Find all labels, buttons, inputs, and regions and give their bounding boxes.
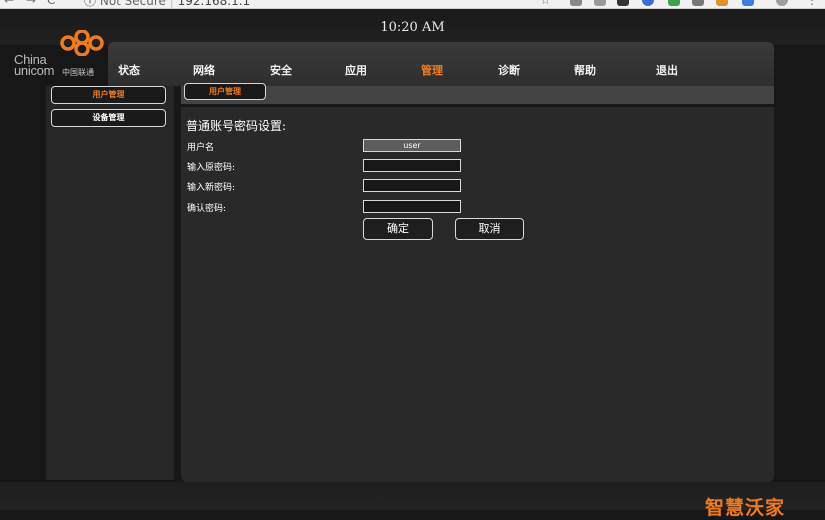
extension-icon[interactable]: [716, 0, 728, 6]
logo-brand-cn: 中国联通: [62, 68, 94, 77]
old-password-label: 输入原密码:: [187, 163, 236, 173]
old-password-field[interactable]: [363, 159, 461, 172]
menu-item-help[interactable]: 帮助: [574, 62, 596, 78]
info-icon[interactable]: ⓘ: [84, 0, 96, 8]
extension-icon[interactable]: [668, 0, 680, 6]
sub-tab-bar: 用户管理: [181, 83, 774, 104]
form-title: 普通账号密码设置:: [186, 119, 287, 133]
menu-item-status[interactable]: 状态: [118, 62, 140, 78]
sidebar-item-user-management[interactable]: 用户管理: [51, 86, 166, 104]
browser-toolbar: ← → C ⓘ Not Secure | 192.168.1.1 ☆ ⋮: [0, 0, 825, 9]
unicom-knot-icon: [60, 30, 104, 56]
cancel-button[interactable]: 取消: [455, 218, 524, 240]
extension-icon[interactable]: [570, 0, 582, 6]
extension-icon[interactable]: [594, 0, 606, 6]
confirm-password-label: 确认密码:: [187, 204, 227, 214]
confirm-button[interactable]: 确定: [363, 218, 433, 240]
extension-icon[interactable]: [642, 0, 654, 6]
new-password-field[interactable]: [363, 179, 461, 192]
forward-icon[interactable]: →: [26, 0, 36, 7]
extension-icon[interactable]: [692, 0, 704, 6]
username-field[interactable]: user: [363, 139, 461, 152]
url-text: 192.168.1.1: [177, 0, 251, 8]
address-bar[interactable]: ⓘ Not Secure | 192.168.1.1: [84, 0, 251, 8]
profile-avatar[interactable]: [776, 0, 788, 6]
content-panel: 普通账号密码设置: 用户名 user 输入原密码: 输入新密码: 确认密码: 确…: [181, 107, 774, 482]
security-label: Not Secure: [99, 0, 166, 8]
logo-brand-en: China unicom: [14, 52, 55, 78]
china-unicom-logo: China unicom 中国联通: [14, 30, 109, 80]
menu-item-management[interactable]: 管理: [421, 62, 443, 78]
sidebar-item-device-management[interactable]: 设备管理: [51, 109, 166, 127]
tab-user-management[interactable]: 用户管理: [184, 83, 266, 100]
menu-item-network[interactable]: 网络: [193, 62, 215, 78]
footer-band: [0, 482, 825, 510]
menu-dots-icon[interactable]: ⋮: [806, 0, 818, 7]
watermark-logo: 智慧沃家: [705, 497, 786, 519]
clock: 10:20 AM: [380, 20, 445, 35]
menu-item-logout[interactable]: 退出: [656, 62, 678, 78]
main-menu: 状态 网络 安全 应用 管理 诊断 帮助 退出: [108, 42, 774, 86]
new-password-label: 输入新密码:: [187, 183, 236, 193]
back-icon[interactable]: ←: [4, 0, 14, 7]
extension-icon[interactable]: [617, 0, 629, 6]
bookmark-star-icon[interactable]: ☆: [540, 0, 551, 7]
extension-icon[interactable]: [742, 0, 754, 6]
menu-item-security[interactable]: 安全: [270, 62, 292, 78]
sidebar: 用户管理 设备管理: [46, 86, 174, 480]
confirm-password-field[interactable]: [363, 200, 461, 213]
menu-item-diagnostics[interactable]: 诊断: [498, 62, 520, 78]
menu-item-applications[interactable]: 应用: [345, 62, 367, 78]
username-label: 用户名: [187, 143, 215, 153]
reload-icon[interactable]: C: [47, 0, 55, 7]
